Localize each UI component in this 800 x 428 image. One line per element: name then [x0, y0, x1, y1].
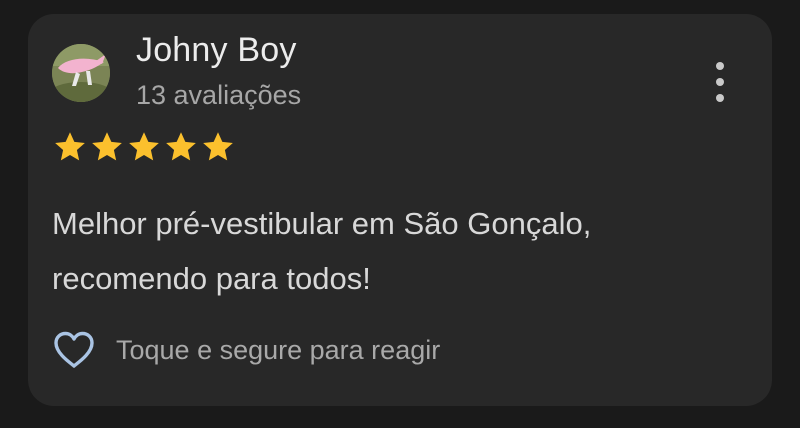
more-vertical-icon: [716, 94, 724, 102]
star-icon: [55, 132, 85, 161]
avatar-photo-icon: [52, 44, 110, 102]
more-options-button[interactable]: [704, 62, 736, 102]
star-icon: [129, 132, 159, 161]
more-vertical-icon: [716, 62, 724, 70]
author-review-count[interactable]: 13 avaliações: [136, 80, 301, 111]
react-button[interactable]: Toque e segure para reagir: [52, 330, 440, 370]
heart-outline-icon: [54, 331, 94, 368]
author-avatar[interactable]: [52, 44, 110, 102]
star-icon: [166, 132, 196, 161]
author-name[interactable]: Johny Boy: [136, 31, 297, 70]
star-icon: [92, 132, 122, 161]
star-icon: [203, 132, 233, 161]
review-card: Johny Boy 13 avaliações Melhor pré-vesti…: [28, 14, 772, 406]
star-rating: [52, 129, 236, 165]
react-label: Toque e segure para reagir: [116, 334, 441, 365]
more-vertical-icon: [716, 78, 724, 86]
review-text: Melhor pré-vestibular em São Gonçalo, re…: [52, 206, 592, 296]
